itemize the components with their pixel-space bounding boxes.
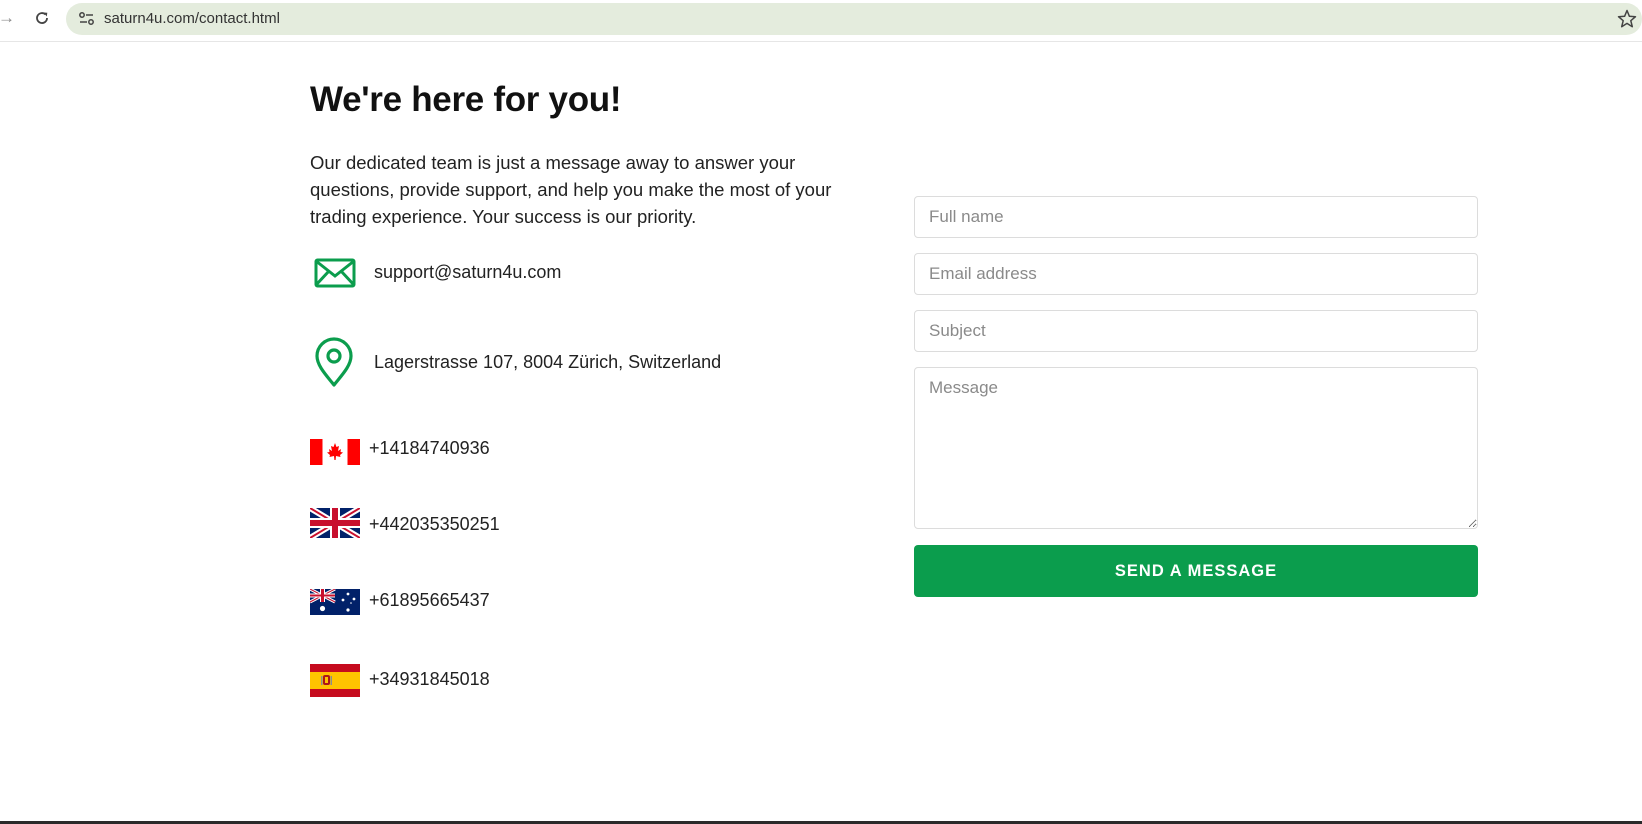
send-message-button[interactable]: SEND A MESSAGE xyxy=(914,545,1478,597)
bookmark-star-icon[interactable] xyxy=(1616,8,1638,30)
site-info-icon[interactable] xyxy=(77,10,97,28)
mail-icon xyxy=(313,255,357,291)
subject-input[interactable] xyxy=(914,310,1478,352)
phone-spain[interactable]: +34931845018 xyxy=(369,669,490,690)
browser-toolbar: → saturn4u.com/contact.html xyxy=(0,0,1642,42)
full-name-input[interactable] xyxy=(914,196,1478,238)
phone-canada[interactable]: +14184740936 xyxy=(369,438,490,459)
arrow-forward-icon[interactable]: → xyxy=(0,8,16,28)
australia-flag-icon xyxy=(310,589,360,622)
intro-text: Our dedicated team is just a message awa… xyxy=(310,152,832,227)
email-address[interactable]: support@saturn4u.com xyxy=(374,262,561,283)
address-text: Lagerstrasse 107, 8004 Zürich, Switzerla… xyxy=(374,352,722,372)
location-pin-icon xyxy=(313,336,355,388)
message-textarea[interactable] xyxy=(914,367,1478,529)
phone-uk[interactable]: +442035350251 xyxy=(369,514,500,535)
uk-flag-icon xyxy=(310,508,360,541)
email-input[interactable] xyxy=(914,253,1478,295)
phone-australia[interactable]: +61895665437 xyxy=(369,590,490,611)
reload-icon[interactable] xyxy=(31,7,53,29)
page-title: We're here for you! xyxy=(310,80,622,119)
spain-flag-icon xyxy=(310,664,360,697)
canada-flag-icon xyxy=(310,436,360,469)
url-text[interactable]: saturn4u.com/contact.html xyxy=(104,9,280,29)
address-bar[interactable]: saturn4u.com/contact.html xyxy=(66,3,1642,35)
